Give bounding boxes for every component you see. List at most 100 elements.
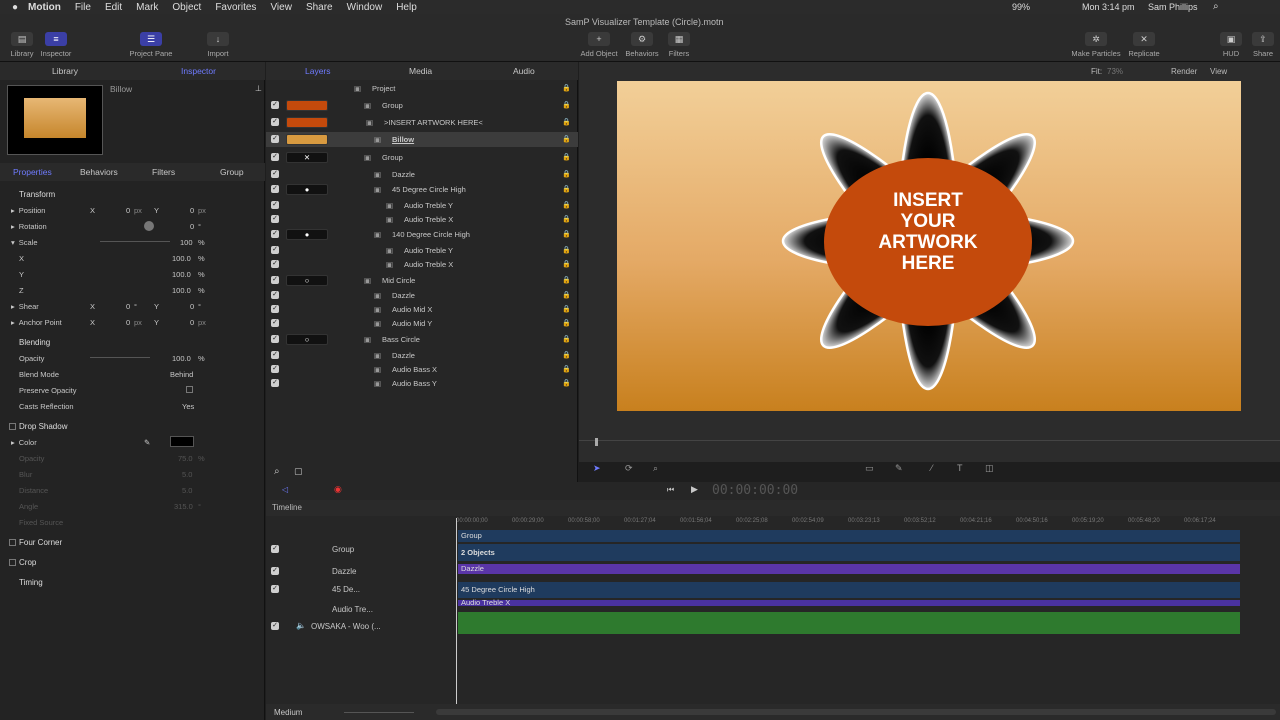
layer-row[interactable]: ✓ ▣ Audio Treble Y 🔒: [266, 198, 578, 213]
layer-enable-checkbox[interactable]: ✓: [271, 101, 279, 109]
lock-icon[interactable]: 🔒: [562, 135, 571, 143]
opacity-value[interactable]: 100.0: [172, 354, 191, 363]
layer-enable-checkbox[interactable]: ✓: [271, 379, 279, 387]
tab-inspector[interactable]: Inspector: [181, 66, 216, 76]
menu-window[interactable]: Window: [347, 2, 383, 13]
position-y[interactable]: 0: [190, 206, 194, 215]
layer-row[interactable]: ✓ ▣ Audio Treble Y 🔒: [266, 243, 578, 258]
menu-share[interactable]: Share: [306, 2, 333, 13]
position-disclosure[interactable]: ▸: [11, 206, 15, 215]
layer-row[interactable]: ✓ ▣ Dazzle 🔒: [266, 288, 578, 303]
lock-icon[interactable]: 🔒: [562, 351, 571, 359]
play-button[interactable]: ▶: [691, 484, 698, 495]
layer-enable-checkbox[interactable]: ✓: [271, 319, 279, 327]
anchor-x[interactable]: 0: [126, 318, 130, 327]
render-menu[interactable]: Render: [1171, 67, 1197, 76]
layer-row[interactable]: ✓ ▣ Audio Bass Y 🔒: [266, 376, 578, 391]
scale-z-value[interactable]: 100.0: [172, 286, 191, 295]
lock-icon[interactable]: 🔒: [562, 246, 571, 254]
timecode-display[interactable]: 00:00:00:00: [712, 483, 798, 498]
inspector-button[interactable]: ≡ Inspector: [38, 32, 74, 58]
position-x[interactable]: 0: [126, 206, 130, 215]
library-button[interactable]: ▤ Library: [9, 32, 35, 58]
timeline-bar[interactable]: Dazzle: [458, 564, 1240, 574]
import-button[interactable]: ↓ Import: [202, 32, 234, 58]
lock-icon[interactable]: 🔒: [562, 305, 571, 313]
menu-object[interactable]: Object: [172, 2, 201, 13]
audio-waveform[interactable]: [458, 612, 1240, 634]
timeline-layer-row[interactable]: ✓ Group: [266, 542, 426, 556]
view-menu[interactable]: View: [1210, 67, 1227, 76]
lock-icon[interactable]: 🔒: [562, 291, 571, 299]
lock-icon[interactable]: 🔒: [562, 118, 571, 126]
layer-row[interactable]: ▣ Project 🔒: [266, 81, 578, 96]
layer-enable-checkbox[interactable]: ✓: [271, 365, 279, 373]
layer-enable-checkbox[interactable]: ✓: [271, 305, 279, 313]
anchor-y[interactable]: 0: [190, 318, 194, 327]
playhead-marker[interactable]: [595, 438, 598, 446]
layer-enable-checkbox[interactable]: ✓: [271, 246, 279, 254]
transform-tool-icon[interactable]: ⟳: [625, 463, 633, 474]
replicate-button[interactable]: ✕ Replicate: [1126, 32, 1162, 58]
shear-y[interactable]: 0: [190, 302, 194, 311]
layer-enable-checkbox[interactable]: ✓: [271, 351, 279, 359]
lock-icon[interactable]: 🔒: [562, 185, 571, 193]
layer-row[interactable]: ✓ ▣ Audio Mid Y 🔒: [266, 316, 578, 331]
tab-media[interactable]: Media: [409, 66, 432, 76]
paint-tool-icon[interactable]: ⁄: [931, 463, 933, 473]
lock-icon[interactable]: 🔒: [562, 215, 571, 223]
lock-icon[interactable]: 🔒: [562, 365, 571, 373]
text-tool-icon[interactable]: T: [957, 463, 963, 473]
select-tool-icon[interactable]: ➤: [593, 463, 601, 474]
shear-x[interactable]: 0: [126, 302, 130, 311]
app-menu[interactable]: Motion: [28, 2, 61, 13]
layer-enable-checkbox[interactable]: ✓: [271, 291, 279, 299]
tab-behaviors[interactable]: Behaviors: [80, 167, 118, 177]
rotation-dial[interactable]: [144, 221, 154, 231]
opacity-slider[interactable]: [90, 357, 150, 358]
layer-row[interactable]: ✓ ▣ Billow 🔒: [266, 132, 578, 147]
loop-icon[interactable]: ◁: [282, 485, 288, 494]
layer-enable-checkbox[interactable]: ✓: [271, 135, 279, 143]
layer-enable-checkbox[interactable]: ✓: [271, 185, 279, 193]
lock-icon[interactable]: 🔒: [562, 84, 571, 92]
crop-checkbox[interactable]: [9, 558, 16, 566]
lock-icon[interactable]: 🔒: [562, 201, 571, 209]
layer-enable-checkbox[interactable]: ✓: [271, 335, 279, 343]
shape-tool-icon[interactable]: ▭: [865, 463, 874, 474]
layer-enable-checkbox[interactable]: ✓: [271, 118, 279, 126]
timeline-layer-checkbox[interactable]: ✓: [271, 585, 279, 593]
horizontal-scrollbar[interactable]: [436, 709, 1276, 715]
drop-shadow-checkbox[interactable]: [9, 422, 16, 430]
user-name[interactable]: Sam Phillips: [1148, 2, 1198, 12]
zoom-tool-icon[interactable]: ⌕: [653, 463, 658, 474]
menu-help[interactable]: Help: [396, 2, 417, 13]
zoom-slider[interactable]: [344, 712, 414, 713]
lock-icon[interactable]: 🔒: [562, 379, 571, 387]
layer-row[interactable]: ✓ ▣ Group 🔒: [266, 98, 578, 113]
layer-row[interactable]: ✓ ● ▣ 140 Degree Circle High 🔒: [266, 227, 578, 242]
layer-row[interactable]: ✓ ▣ Audio Bass X 🔒: [266, 362, 578, 377]
hud-button[interactable]: ▣ HUD: [1218, 32, 1244, 58]
make-particles-button[interactable]: ✲ Make Particles: [1068, 32, 1124, 58]
timeline-layer-row[interactable]: ✓ 45 De...: [266, 582, 426, 596]
timeline-layer-row[interactable]: ✓ Dazzle: [266, 564, 426, 578]
layer-row[interactable]: ✓ ▣ >INSERT ARTWORK HERE< 🔒: [266, 115, 578, 130]
mask-tool-icon[interactable]: ◫: [985, 463, 994, 474]
menu-mark[interactable]: Mark: [136, 2, 158, 13]
pin-icon[interactable]: ⊥: [255, 84, 262, 93]
time-ruler[interactable]: 00:00:00;00 00:00:29;00 00:00:58;00 00:01:2…: [456, 516, 1246, 528]
preserve-opacity-checkbox[interactable]: [186, 386, 193, 393]
layer-row[interactable]: ✓ ▣ Audio Treble X 🔒: [266, 257, 578, 272]
skip-back-icon[interactable]: ⏮: [667, 485, 674, 495]
behaviors-button[interactable]: ⚙ Behaviors: [622, 32, 662, 58]
spotlight-icon[interactable]: ⌕: [1213, 1, 1219, 12]
lock-icon[interactable]: 🔒: [562, 276, 571, 284]
pen-tool-icon[interactable]: ✎: [895, 463, 903, 474]
eyedropper-icon[interactable]: ✎: [144, 438, 150, 447]
scale-x-value[interactable]: 100.0: [172, 254, 191, 263]
timeline-layer-checkbox[interactable]: ✓: [271, 567, 279, 575]
search-icon[interactable]: ⌕: [274, 466, 280, 477]
layer-row[interactable]: ✓ ○ ▣ Bass Circle 🔒: [266, 332, 578, 347]
timeline-bar[interactable]: 2 Objects: [458, 544, 1240, 561]
